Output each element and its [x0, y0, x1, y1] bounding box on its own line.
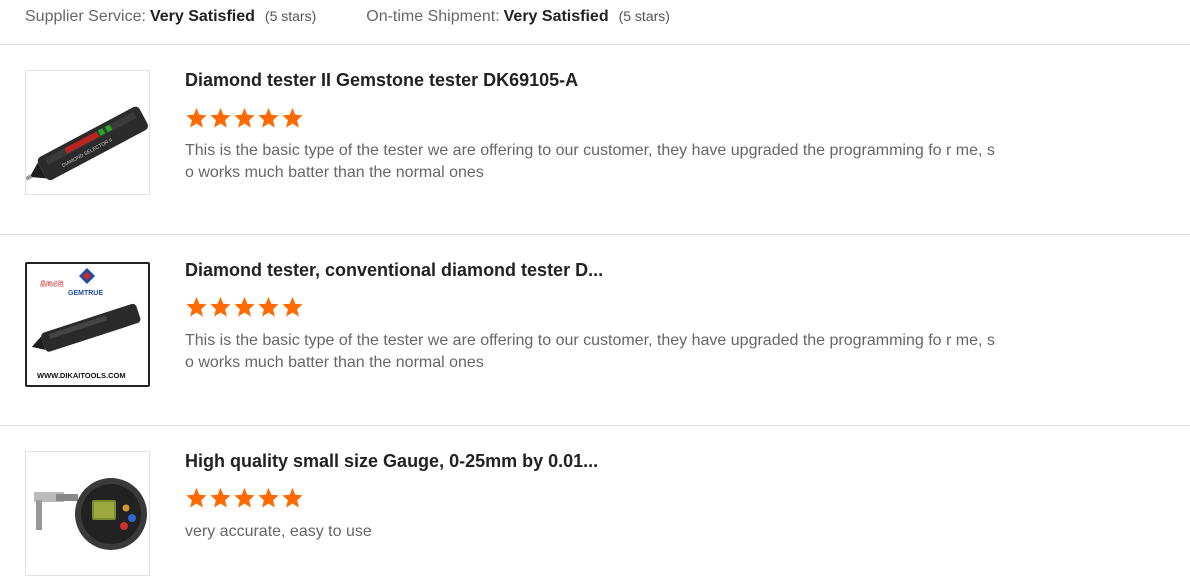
shipment-stars: (5 stars) — [618, 8, 670, 24]
image-cn-text: 晶阁必胜 — [40, 280, 64, 288]
star-rating — [185, 296, 304, 318]
star-icon — [210, 487, 231, 508]
image-brand-text: GEMTRUE — [68, 290, 103, 297]
star-icon — [186, 107, 207, 128]
review-product-title[interactable]: Diamond tester, conventional diamond tes… — [185, 260, 603, 281]
product-thumbnail[interactable] — [25, 451, 150, 576]
star-icon — [282, 296, 303, 317]
star-icon — [210, 296, 231, 317]
image-url-text: WWW.DIKAITOOLS.COM — [37, 371, 126, 380]
shipment-rating: On-time Shipment: Very Satisfied (5 star… — [366, 8, 670, 26]
diamond-tester-image: DIAMOND SELECTOR II — [26, 106, 148, 181]
product-thumbnail[interactable]: DIAMOND SELECTOR II — [25, 70, 150, 195]
supplier-service-rating: Supplier Service: Very Satisfied (5 star… — [25, 8, 316, 26]
review-comment: This is the basic type of the tester we … — [185, 332, 995, 371]
star-icon — [258, 107, 279, 128]
star-icon — [234, 487, 255, 508]
star-rating — [185, 487, 304, 509]
review-product-title[interactable]: High quality small size Gauge, 0-25mm by… — [185, 451, 598, 472]
supplier-service-label: Supplier Service: — [25, 8, 146, 25]
star-icon — [210, 107, 231, 128]
review-product-title[interactable]: Diamond tester II Gemstone tester DK6910… — [185, 70, 578, 91]
review-comment: This is the basic type of the tester we … — [185, 142, 995, 181]
shipment-label: On-time Shipment: — [366, 8, 500, 25]
product-thumbnail[interactable]: 晶阁必胜 GEMTRUE WWW.DIKAITOOLS.COM — [25, 262, 150, 387]
rating-summary: Supplier Service: Very Satisfied (5 star… — [25, 5, 720, 29]
star-icon — [258, 296, 279, 317]
star-icon — [234, 107, 255, 128]
star-icon — [258, 487, 279, 508]
star-rating — [185, 107, 304, 129]
supplier-service-stars: (5 stars) — [264, 8, 317, 24]
star-icon — [282, 107, 303, 128]
supplier-service-value: Very Satisfied — [149, 8, 255, 25]
diamond-tester-image: 晶阁必胜 GEMTRUE WWW.DIKAITOOLS.COM — [31, 268, 141, 380]
star-icon — [186, 487, 207, 508]
divider — [0, 234, 1190, 235]
gauge-image — [34, 478, 147, 550]
divider — [0, 44, 1190, 45]
star-icon — [282, 487, 303, 508]
review-comment: very accurate, easy to use — [185, 523, 372, 540]
star-icon — [186, 296, 207, 317]
shipment-value: Very Satisfied — [503, 8, 609, 25]
divider — [0, 425, 1190, 426]
star-icon — [234, 296, 255, 317]
